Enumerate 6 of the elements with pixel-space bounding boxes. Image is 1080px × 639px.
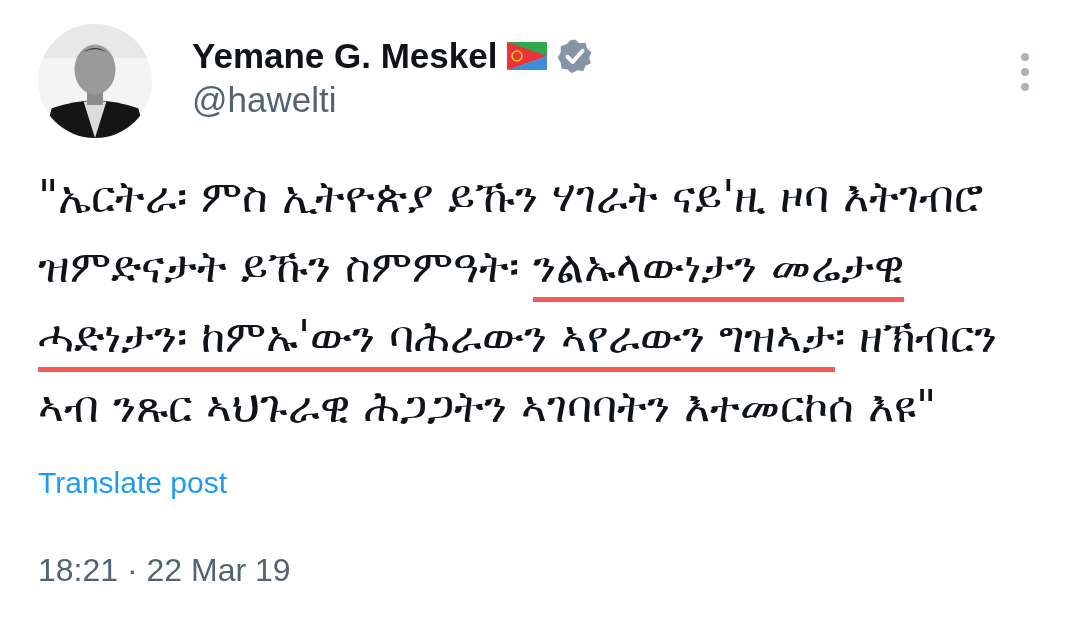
flag-icon: [507, 42, 548, 70]
author-handle[interactable]: @hawelti: [192, 80, 594, 120]
timestamp: 18:21 · 22 Mar 19: [38, 552, 291, 589]
author-name[interactable]: Yemane G. Meskel: [192, 36, 498, 76]
tweet-text: "ኤርትራ፡ ምስ ኢትዮጵያ ይኹን ሃገራት ናይ'ዚ ዞባ እትገብሮ ዝምድናታት ይኹን ስምምዓት፡ ንልኡላውነታን መሬታዊ ሓድነታን፡ ከምኡ'ውን ባሕራውን ኣየራውን ግዝኣታ፡ ዘኽብርን ኣብ ንጹር ኣህጉራዊ ሕጋጋትን ኣገባባትን እተመርኮሰ እዩ": [38, 170, 999, 435]
more-options-icon[interactable]: [1020, 52, 1030, 92]
